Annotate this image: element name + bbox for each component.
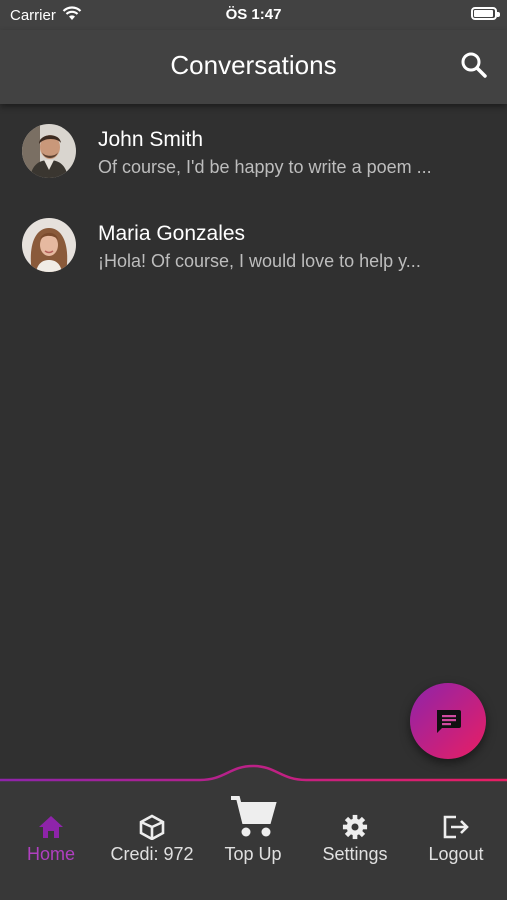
page-title: Conversations bbox=[170, 50, 337, 80]
conversation-item[interactable]: Maria Gonzales ¡Hola! Of course, I would… bbox=[0, 198, 507, 292]
battery-icon bbox=[471, 7, 500, 20]
bottom-navigation: Home Credi: 972 Top Up Settings Logout bbox=[0, 760, 507, 900]
nav-credits-label: Credi: 972 bbox=[110, 844, 194, 864]
nav-settings-label: Settings bbox=[322, 844, 388, 864]
status-time: ÖS 1:47 bbox=[225, 6, 282, 23]
status-bar: Carrier ÖS 1:47 bbox=[0, 0, 507, 30]
nav-logout[interactable]: Logout bbox=[406, 814, 506, 865]
search-button[interactable] bbox=[459, 50, 489, 80]
search-icon bbox=[461, 52, 487, 78]
conversation-name: John Smith bbox=[98, 128, 204, 151]
app-bar: Conversations bbox=[0, 30, 507, 104]
nav-credits[interactable]: Credi: 972 bbox=[102, 814, 202, 865]
gear-icon bbox=[342, 814, 368, 840]
nav-home-label: Home bbox=[26, 844, 75, 864]
conversation-list: John Smith Of course, I'd be happy to wr… bbox=[0, 104, 507, 292]
cart-icon bbox=[231, 796, 277, 837]
chat-icon bbox=[437, 710, 461, 733]
home-icon bbox=[39, 816, 63, 838]
new-chat-button[interactable] bbox=[410, 683, 486, 759]
nav-logout-label: Logout bbox=[428, 844, 484, 864]
logout-icon bbox=[443, 815, 469, 839]
nav-topup[interactable]: Top Up bbox=[203, 794, 303, 865]
avatar bbox=[22, 218, 76, 272]
conversation-name: Maria Gonzales bbox=[98, 222, 246, 245]
nav-topup-label: Top Up bbox=[224, 844, 282, 864]
nav-settings[interactable]: Settings bbox=[305, 814, 405, 865]
cube-icon bbox=[139, 814, 165, 840]
conversation-preview: ¡Hola! Of course, I would love to help y… bbox=[98, 251, 421, 271]
conversation-item[interactable]: John Smith Of course, I'd be happy to wr… bbox=[0, 104, 507, 198]
avatar bbox=[22, 124, 76, 178]
conversation-preview: Of course, I'd be happy to write a poem … bbox=[98, 157, 432, 177]
nav-home[interactable]: Home bbox=[1, 814, 101, 865]
